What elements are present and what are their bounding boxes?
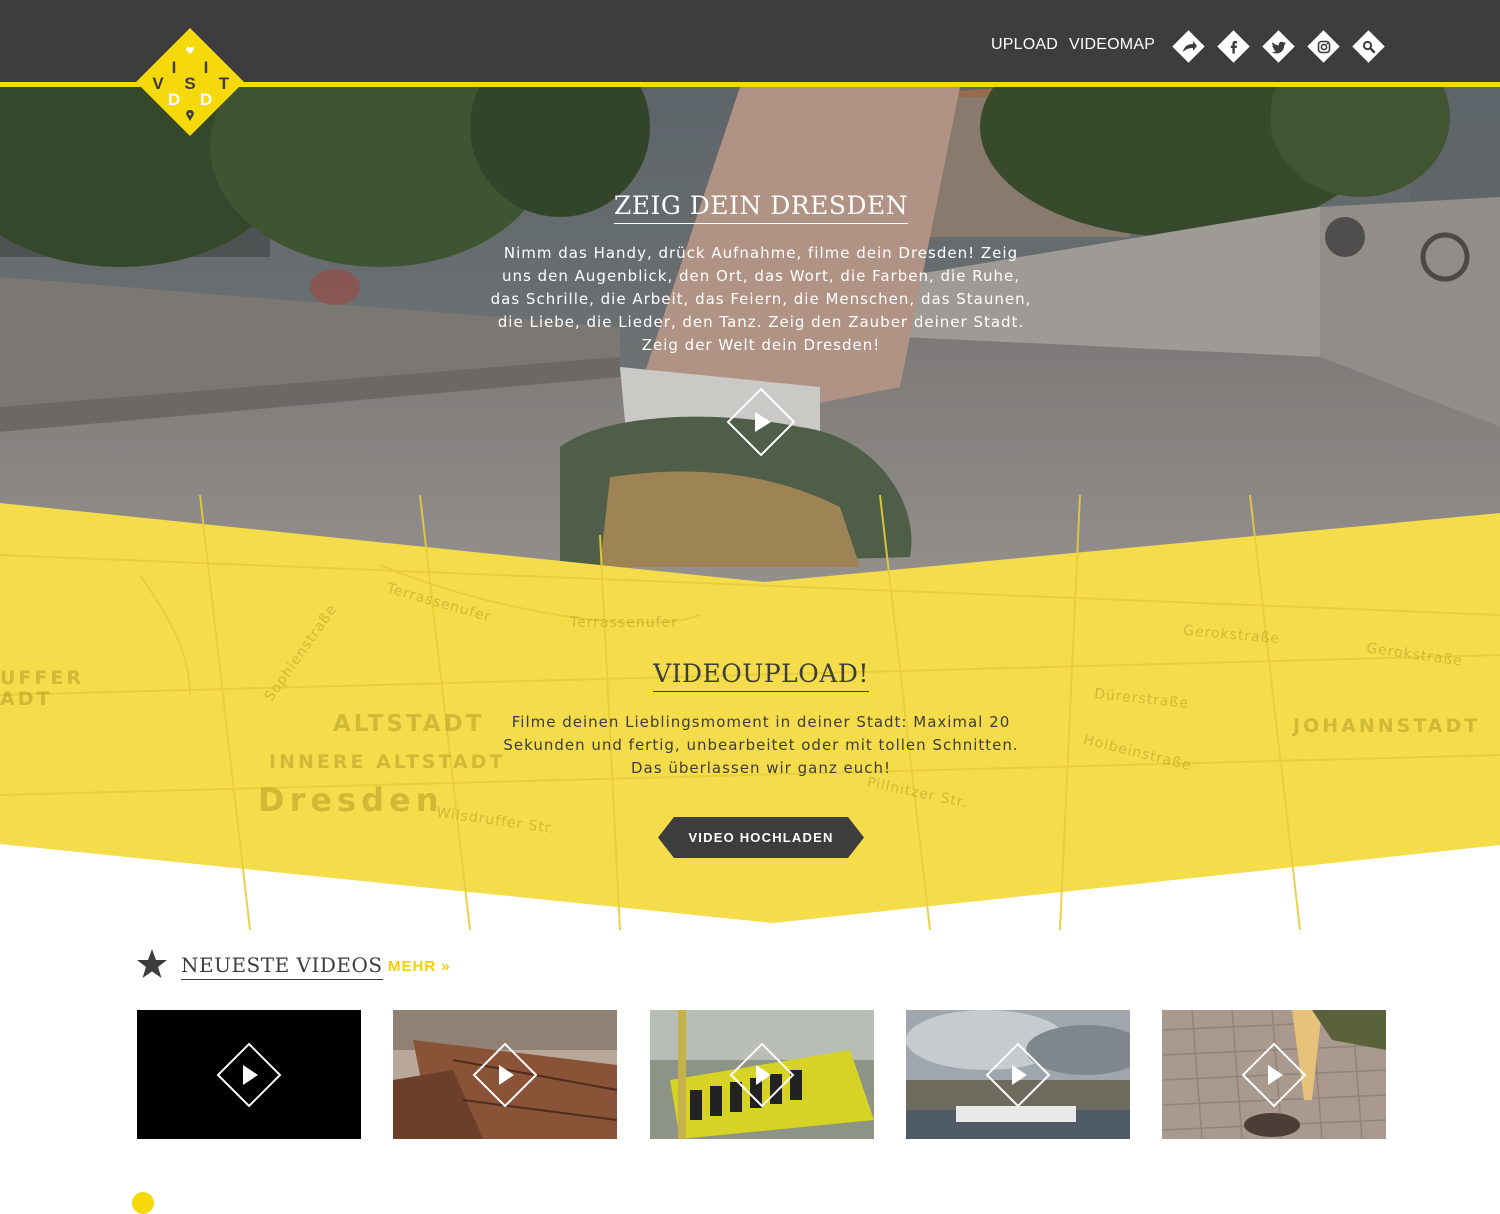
logo-letter-d1: D	[168, 90, 180, 109]
hero-description: Nimm das Handy, drück Aufnahme, filme de…	[490, 244, 1032, 354]
video-thumb-rundgang[interactable]	[650, 1010, 874, 1139]
star-icon	[137, 949, 167, 978]
instagram-icon[interactable]	[1307, 30, 1340, 63]
latest-videos-title: NEUESTE VIDEOS	[181, 953, 383, 980]
facebook-icon[interactable]	[1217, 30, 1250, 63]
map-label-dresden: Dresden	[258, 781, 444, 819]
search-icon[interactable]	[1352, 30, 1385, 63]
nav-videomap-link[interactable]: VIDEOMAP	[1069, 36, 1155, 54]
nav-upload-link[interactable]: UPLOAD	[991, 36, 1058, 54]
twitter-icon[interactable]	[1262, 30, 1295, 63]
video-upload-button[interactable]: VIDEO HOCHLADEN	[658, 817, 864, 858]
logo-letter-s: S	[184, 74, 195, 93]
map-label-johannstadt: JOHANNSTADT	[1293, 715, 1481, 737]
play-icon	[985, 1042, 1051, 1108]
visit-dresden-logo[interactable]: V I S I T D D	[134, 26, 246, 138]
video-thumb-elbe[interactable]	[906, 1010, 1130, 1139]
map-label-terrassenufer-2: Terrassenufer	[570, 615, 678, 631]
video-thumb-black[interactable]	[137, 1010, 361, 1139]
footer-accent-dot	[132, 1192, 154, 1214]
upload-title: VIDEOUPLOAD!	[0, 659, 1500, 692]
upload-description: Filme deinen Lieblingsmoment in deiner S…	[503, 713, 1019, 777]
map-label-innere-altstadt: INNERE ALTSTADT	[269, 751, 506, 773]
video-thumb-pavement[interactable]	[1162, 1010, 1386, 1139]
logo-letter-d2: D	[200, 90, 212, 109]
play-icon	[1241, 1042, 1307, 1108]
play-icon	[216, 1042, 282, 1108]
logo-letter-i2: I	[204, 58, 209, 77]
play-icon	[729, 1042, 795, 1108]
share-icon[interactable]	[1172, 30, 1205, 63]
video-thumb-zwinger[interactable]	[393, 1010, 617, 1139]
video-upload-section: UFFER ADT ALTSTADT INNERE ALTSTADT Dresd…	[0, 495, 1500, 930]
play-icon[interactable]	[726, 387, 796, 457]
logo-letter-i1: I	[172, 58, 177, 77]
more-videos-link[interactable]: MEHR »	[388, 958, 451, 975]
logo-letter-v: V	[152, 74, 164, 93]
map-label-altstadt: ALTSTADT	[333, 711, 485, 737]
logo-letter-t: T	[219, 74, 230, 93]
hero-title: ZEIG DEIN DRESDEN	[0, 191, 1500, 224]
map-label-adt: ADT	[0, 688, 53, 710]
play-icon	[472, 1042, 538, 1108]
